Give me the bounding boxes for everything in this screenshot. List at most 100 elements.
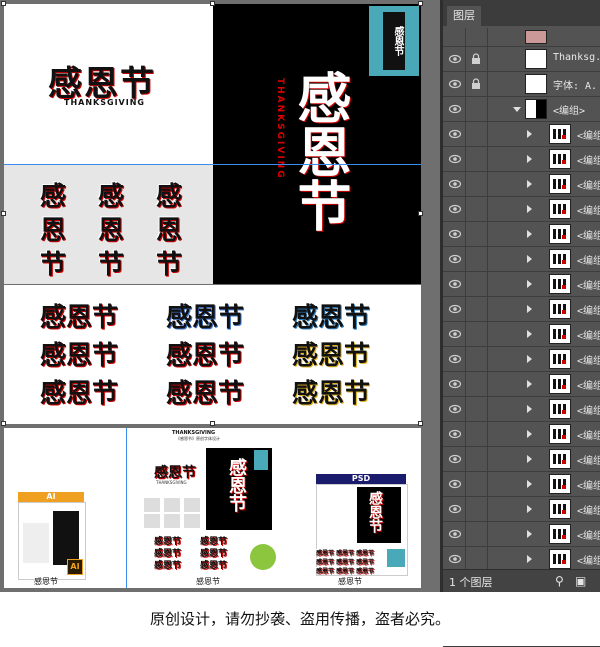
artboard-title-horizontal[interactable]: 感恩节 THANKSGIVING <box>4 4 213 164</box>
layer-row[interactable]: <编组> <box>443 272 600 297</box>
layer-row[interactable]: <编组> <box>443 172 600 197</box>
layer-row[interactable]: <编组> <box>443 372 600 397</box>
eye-icon[interactable] <box>449 379 461 389</box>
psd-mini-variant: 感恩节 <box>356 550 375 557</box>
variant-title: 感恩节 <box>292 303 371 333</box>
guide-line <box>126 428 127 588</box>
expand-arrow-icon[interactable] <box>527 155 532 163</box>
eye-icon[interactable] <box>449 254 461 264</box>
selection-handle[interactable] <box>210 421 215 426</box>
expand-arrow-icon[interactable] <box>527 405 532 413</box>
eye-icon[interactable] <box>449 229 461 239</box>
layer-row[interactable] <box>443 28 600 52</box>
eye-icon[interactable] <box>449 529 461 539</box>
mid-poster: 感恩节 <box>206 448 272 530</box>
artboard-canvas[interactable]: 感恩节 THANKSGIVING 感恩节 THANKSGIVING 感恩节 感感… <box>0 0 440 592</box>
layer-name: <编组> <box>577 306 600 317</box>
eye-icon[interactable] <box>449 354 461 364</box>
expand-arrow-icon[interactable] <box>527 430 532 438</box>
psd-mini-variant: 感恩节 <box>356 559 375 566</box>
layer-row[interactable]: <编组> <box>443 497 600 522</box>
layer-name: <编组> <box>577 256 600 267</box>
eye-icon[interactable] <box>449 479 461 489</box>
layer-name: <编组> <box>577 206 600 217</box>
expand-arrow-icon[interactable] <box>527 555 532 563</box>
selection-handle[interactable] <box>1 211 6 216</box>
eye-icon[interactable] <box>449 554 461 564</box>
eye-icon[interactable] <box>449 179 461 189</box>
layer-row[interactable]: <编组> <box>443 447 600 472</box>
eye-icon[interactable] <box>449 304 461 314</box>
eye-icon[interactable] <box>449 329 461 339</box>
artboard-presentation[interactable]: THANKSGIVING 《感恩节》原创字体设计 AI AI 感恩节 感恩节 T… <box>4 428 421 588</box>
search-icon[interactable]: ⚲ <box>555 574 564 588</box>
layer-row[interactable]: 字体: A. <box>443 72 600 97</box>
layer-thumbnail <box>549 249 571 269</box>
expand-arrow-icon[interactable] <box>527 480 532 488</box>
eye-icon[interactable] <box>449 104 461 114</box>
artboard-color-variants[interactable]: 感恩节 感恩节 感恩节 感恩节 感恩节 感恩节 感恩节 感恩节 感恩节 <box>4 285 421 424</box>
layer-row[interactable]: Thanksg. <box>443 47 600 72</box>
grid-glyph: 感 <box>156 182 183 212</box>
expand-arrow-icon[interactable] <box>527 305 532 313</box>
eye-icon[interactable] <box>449 404 461 414</box>
psd-mini-variant: 感恩节 <box>316 559 335 566</box>
expand-arrow-icon[interactable] <box>527 255 532 263</box>
expand-arrow-icon[interactable] <box>527 230 532 238</box>
layer-row[interactable]: <编组> <box>443 197 600 222</box>
eye-icon[interactable] <box>449 204 461 214</box>
panel-tab-bar: 图层 <box>443 0 600 26</box>
layer-row[interactable]: <编组> <box>443 347 600 372</box>
eye-icon[interactable] <box>449 54 461 64</box>
selection-handle[interactable] <box>418 211 423 216</box>
selection-handle[interactable] <box>1 1 6 6</box>
layer-thumbnail <box>549 524 571 544</box>
mini-variant: 感恩节 <box>154 561 182 571</box>
artboard-title-vertical[interactable]: 感恩节 THANKSGIVING 感恩节 <box>213 4 421 284</box>
selection-handle[interactable] <box>210 1 215 6</box>
selection-handle[interactable] <box>1 421 6 426</box>
layer-row[interactable]: <编组> <box>443 322 600 347</box>
variant-title: 感恩节 <box>292 379 371 409</box>
expand-arrow-icon[interactable] <box>527 355 532 363</box>
expand-arrow-icon[interactable] <box>527 205 532 213</box>
expand-arrow-icon[interactable] <box>527 330 532 338</box>
layer-row[interactable]: <编组> <box>443 97 600 122</box>
expand-arrow-icon[interactable] <box>527 380 532 388</box>
layer-name: <编组> <box>577 281 600 292</box>
eye-icon[interactable] <box>449 129 461 139</box>
eye-icon[interactable] <box>449 504 461 514</box>
collapse-arrow-icon[interactable] <box>513 107 521 112</box>
new-layer-icon[interactable]: ▣ <box>575 574 586 588</box>
layer-row[interactable]: <编组> <box>443 222 600 247</box>
corner-seal: 感恩节 <box>369 6 419 76</box>
eye-icon[interactable] <box>449 429 461 439</box>
layer-row[interactable]: <编组> <box>443 147 600 172</box>
lock-icon[interactable] <box>471 53 481 65</box>
layer-row[interactable]: <编组> <box>443 422 600 447</box>
layer-row[interactable]: <编组> <box>443 397 600 422</box>
expand-arrow-icon[interactable] <box>527 180 532 188</box>
eye-icon[interactable] <box>449 279 461 289</box>
selection-handle[interactable] <box>418 1 423 6</box>
layer-row[interactable]: <编组> <box>443 247 600 272</box>
tab-layers[interactable]: 图层 <box>447 6 481 26</box>
layer-row[interactable]: <编组> <box>443 297 600 322</box>
eye-icon[interactable] <box>449 454 461 464</box>
expand-arrow-icon[interactable] <box>527 505 532 513</box>
layer-row[interactable]: <编组> <box>443 522 600 547</box>
eye-icon[interactable] <box>449 154 461 164</box>
artboard-glyph-grid[interactable]: 感 感 感恩 恩 恩节 节 节 <box>4 164 213 284</box>
psd-mini-variant: 感恩节 <box>356 568 375 575</box>
layer-row[interactable]: <编组> <box>443 472 600 497</box>
expand-arrow-icon[interactable] <box>527 280 532 288</box>
layer-name: <编组> <box>577 481 600 492</box>
lock-icon[interactable] <box>471 78 481 90</box>
eye-icon[interactable] <box>449 79 461 89</box>
layer-row[interactable]: <编组> <box>443 122 600 147</box>
mid-title: 感恩节 <box>154 465 196 481</box>
expand-arrow-icon[interactable] <box>527 455 532 463</box>
expand-arrow-icon[interactable] <box>527 530 532 538</box>
expand-arrow-icon[interactable] <box>527 130 532 138</box>
selection-handle[interactable] <box>418 421 423 426</box>
